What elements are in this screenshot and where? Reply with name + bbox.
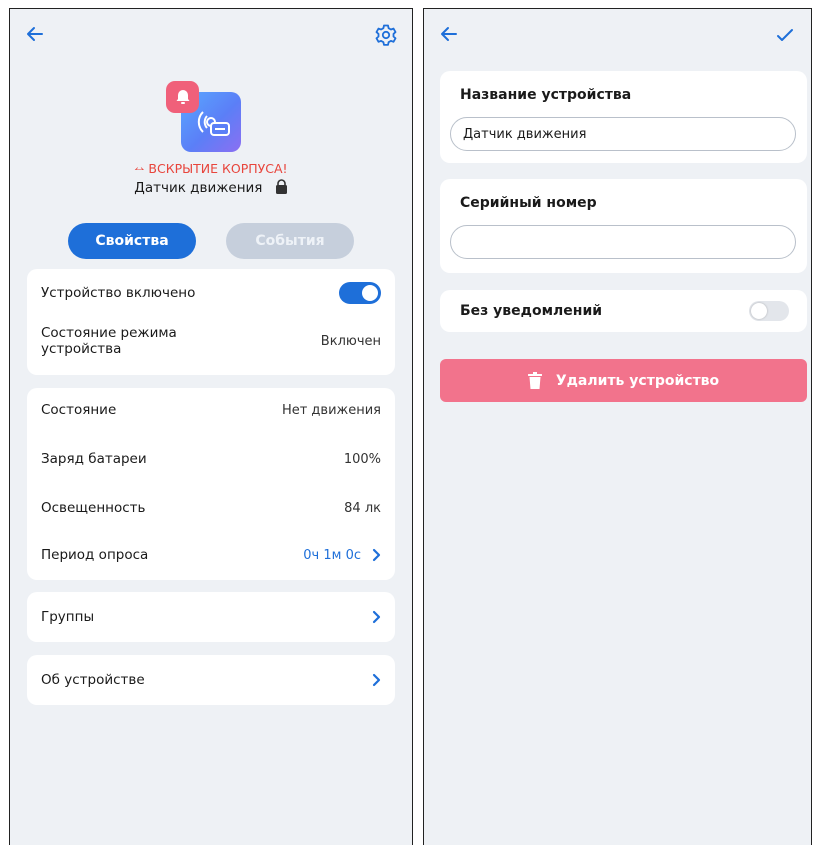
no-notifications-label: Без уведомлений [460, 303, 603, 319]
mode-state-label: Состояние режима устройства [41, 325, 177, 357]
device-edit-screen: Название устройства Серийный номер Без у… [423, 8, 812, 845]
illuminance-value: 84 лк [344, 500, 381, 516]
top-bar [424, 9, 811, 61]
poll-period-link[interactable]: 0ч 1м 0с [303, 548, 381, 563]
poll-period-label: Период опроса [41, 547, 149, 563]
delete-device-button[interactable]: Удалить устройство [440, 359, 807, 402]
chevron-right-icon [372, 673, 381, 687]
serial-number-card: Серийный номер [440, 179, 807, 273]
lock-icon [275, 179, 287, 194]
tamper-alert: ⥎ ВСКРЫТИЕ КОРПУСА! [10, 161, 412, 177]
serial-number-title: Серийный номер [460, 195, 597, 211]
delete-device-label: Удалить устройство [555, 372, 720, 389]
tab-switcher: Свойства События [68, 223, 356, 259]
chevron-right-icon [372, 548, 381, 562]
back-arrow-icon[interactable] [438, 23, 460, 45]
state-label: Состояние [41, 402, 117, 418]
top-bar [10, 9, 412, 61]
battery-value: 100% [343, 451, 381, 467]
no-notifications-card: Без уведомлений [440, 290, 807, 332]
mode-state-value: Включен [320, 333, 381, 349]
device-name-input[interactable] [450, 117, 796, 151]
alert-text: ВСКРЫТИЕ КОРПУСА! [148, 161, 288, 176]
device-name-card: Название устройства [440, 71, 807, 163]
battery-row: Заряд батареи 100% [41, 447, 381, 471]
device-name-label: Датчик движения [134, 180, 263, 196]
alarm-bell-icon [166, 81, 199, 113]
chevron-right-icon [372, 610, 381, 624]
about-row: Об устройстве [41, 668, 381, 692]
device-enabled-row: Устройство включено [41, 281, 381, 305]
status-card: Устройство включено Состояние режима уст… [27, 269, 395, 375]
device-enabled-label: Устройство включено [41, 285, 196, 301]
state-row: Состояние Нет движения [41, 398, 381, 422]
tab-events[interactable]: События [226, 223, 354, 259]
serial-number-input[interactable] [450, 225, 796, 259]
no-notifications-toggle[interactable] [749, 301, 789, 321]
device-name: Датчик движения [10, 179, 412, 196]
illuminance-row: Освещенность 84 лк [41, 496, 381, 520]
groups-label: Группы [41, 609, 95, 625]
alert-arrow-icon: ⥎ [134, 161, 149, 176]
device-properties-screen: ⥎ ВСКРЫТИЕ КОРПУСА! Датчик движения Свой… [9, 8, 413, 845]
about-card[interactable]: Об устройстве [27, 655, 395, 705]
device-enabled-toggle[interactable] [339, 282, 381, 304]
mode-state-row: Состояние режима устройства Включен [41, 321, 381, 361]
state-value: Нет движения [281, 402, 381, 418]
poll-period-row[interactable]: Период опроса 0ч 1м 0с [41, 543, 381, 567]
battery-label: Заряд батареи [41, 451, 147, 467]
check-icon[interactable] [773, 23, 797, 47]
groups-card[interactable]: Группы [27, 592, 395, 642]
device-name-title: Название устройства [460, 87, 632, 103]
tab-properties[interactable]: Свойства [68, 223, 196, 259]
illuminance-label: Освещенность [41, 500, 146, 516]
back-arrow-icon[interactable] [24, 23, 46, 45]
groups-row: Группы [41, 605, 381, 629]
poll-period-value: 0ч 1м 0с [303, 547, 361, 563]
device-header: ⥎ ВСКРЫТИЕ КОРПУСА! Датчик движения [10, 61, 412, 223]
no-notifications-row: Без уведомлений [460, 299, 789, 323]
trash-icon [527, 372, 542, 389]
info-card: Состояние Нет движения Заряд батареи 100… [27, 388, 395, 580]
gear-icon[interactable] [374, 23, 398, 47]
about-label: Об устройстве [41, 672, 145, 688]
